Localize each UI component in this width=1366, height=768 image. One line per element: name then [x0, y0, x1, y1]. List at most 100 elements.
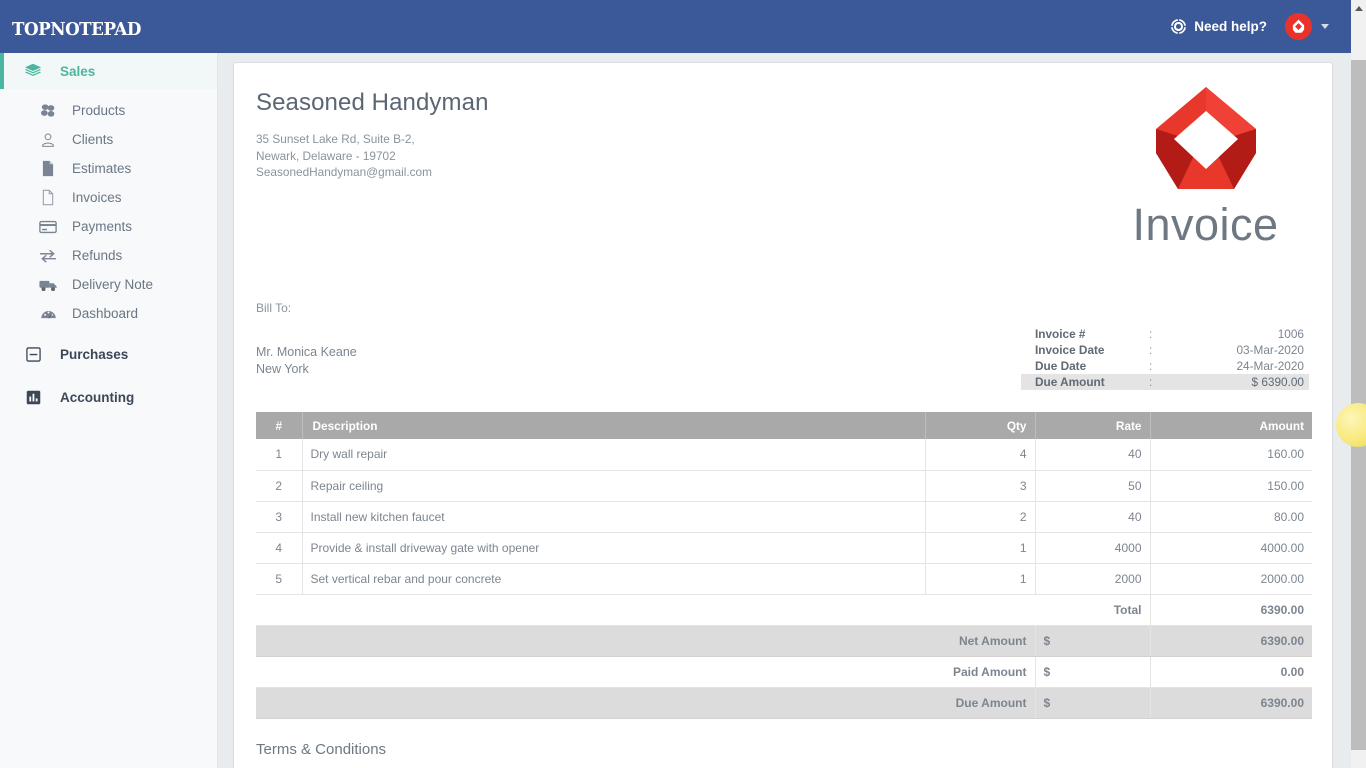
sidebar: Sales Products Clients Estimates Invoice…: [0, 53, 218, 768]
sidebar-group-label: Accounting: [60, 389, 135, 405]
cubes-icon: [36, 103, 60, 118]
cell-description: Dry wall repair: [302, 439, 926, 471]
sidebar-item-payments[interactable]: Payments: [0, 212, 217, 241]
sidebar-item-label: Payments: [72, 219, 133, 234]
terms-and-conditions-title: Terms & Conditions: [256, 740, 387, 758]
meta-row: Due Date : 24-Mar-2020: [1021, 358, 1309, 374]
lifebuoy-icon: [1170, 18, 1187, 35]
column-header-amount: Amount: [1150, 412, 1312, 439]
app-logo[interactable]: TopNotepad: [12, 14, 141, 39]
layers-icon: [19, 62, 47, 80]
document-filled-icon: [36, 160, 60, 177]
scroll-up-button[interactable]: [1351, 0, 1366, 17]
gauge-icon: [36, 306, 60, 321]
totals-label: Total: [256, 594, 1150, 626]
sidebar-item-label: Estimates: [72, 161, 132, 176]
meta-row: Invoice Date : 03-Mar-2020: [1021, 342, 1309, 358]
cell-amount: 4000.00: [1150, 532, 1312, 564]
sidebar-item-label: Clients: [72, 132, 114, 147]
meta-key: Due Date: [1035, 359, 1087, 373]
need-help-button[interactable]: Need help?: [1170, 18, 1267, 35]
table-row: 1 Dry wall repair 4 40 160.00: [256, 439, 1312, 471]
cell-rate: 2000: [1035, 563, 1151, 595]
column-header-rate: Rate: [1035, 412, 1151, 439]
cell-qty: 1: [925, 532, 1036, 564]
totals-currency: $: [1035, 656, 1151, 688]
credit-card-icon: [36, 220, 60, 234]
bill-to-label: Bill To:: [256, 301, 292, 315]
meta-value: 1006: [1277, 327, 1304, 341]
table-header-row: # Description Qty Rate Amount: [256, 412, 1312, 439]
sidebar-group-label: Sales: [60, 63, 96, 79]
table-row: 3 Install new kitchen faucet 2 40 80.00: [256, 501, 1312, 533]
top-bar-right: Need help?: [1170, 13, 1329, 40]
cell-number: 3: [256, 501, 303, 533]
cell-rate: 40: [1035, 439, 1151, 471]
document-outline-icon: [36, 189, 60, 206]
cell-number: 4: [256, 532, 303, 564]
column-header-description: Description: [302, 412, 926, 439]
sidebar-group-sales[interactable]: Sales: [0, 53, 217, 89]
totals-row-paid-amount: Paid Amount $ 0.00: [256, 656, 1312, 688]
need-help-label: Need help?: [1194, 19, 1267, 34]
table-head: # Description Qty Rate Amount: [256, 412, 1312, 439]
sidebar-sales-items: Products Clients Estimates Invoices Paym…: [0, 89, 217, 336]
triangle-up-icon: [1354, 6, 1363, 11]
table-body: 1 Dry wall repair 4 40 160.00 2 Repair c…: [256, 439, 1312, 719]
sidebar-item-delivery-note[interactable]: Delivery Note: [0, 270, 217, 299]
meta-separator: :: [1149, 359, 1153, 373]
totals-label: Paid Amount: [256, 656, 1036, 688]
sidebar-item-label: Delivery Note: [72, 277, 154, 292]
sidebar-item-refunds[interactable]: Refunds: [0, 241, 217, 270]
cell-qty: 4: [925, 439, 1036, 471]
totals-value: 6390.00: [1150, 625, 1312, 657]
totals-row-net-amount: Net Amount $ 6390.00: [256, 625, 1312, 657]
cell-amount: 80.00: [1150, 501, 1312, 533]
cell-rate: 50: [1035, 470, 1151, 502]
cell-description: Provide & install driveway gate with ope…: [302, 532, 926, 564]
sidebar-group-purchases[interactable]: Purchases: [0, 336, 217, 372]
sidebar-item-products[interactable]: Products: [0, 96, 217, 125]
invoice-logo-block: Invoice: [1103, 85, 1308, 251]
sidebar-item-invoices[interactable]: Invoices: [0, 183, 217, 212]
cell-rate: 40: [1035, 501, 1151, 533]
cell-qty: 1: [925, 563, 1036, 595]
sidebar-item-dashboard[interactable]: Dashboard: [0, 299, 217, 328]
user-menu[interactable]: [1285, 13, 1329, 40]
bar-chart-icon: [19, 390, 47, 405]
meta-key: Invoice #: [1035, 327, 1086, 341]
meta-value: 24-Mar-2020: [1236, 359, 1304, 373]
cell-description: Install new kitchen faucet: [302, 501, 926, 533]
totals-value: 0.00: [1150, 656, 1312, 688]
column-header-number: #: [256, 412, 303, 439]
exchange-arrows-icon: [36, 249, 60, 263]
red-diamond-shield-logo: [1103, 85, 1308, 197]
meta-row-due-amount: Due Amount : $ 6390.00: [1021, 374, 1309, 390]
cell-amount: 160.00: [1150, 439, 1312, 471]
invoice-header: Seasoned Handyman 35 Sunset Lake Rd, Sui…: [256, 87, 1310, 269]
totals-label: Due Amount: [256, 687, 1036, 719]
totals-currency: $: [1035, 625, 1151, 657]
avatar: [1285, 13, 1312, 40]
cell-amount: 2000.00: [1150, 563, 1312, 595]
cell-description: Repair ceiling: [302, 470, 926, 502]
sidebar-item-label: Dashboard: [72, 306, 139, 321]
totals-value: 6390.00: [1150, 687, 1312, 719]
sidebar-item-estimates[interactable]: Estimates: [0, 154, 217, 183]
totals-row-due-amount: Due Amount $ 6390.00: [256, 687, 1312, 719]
cell-number: 1: [256, 439, 303, 471]
chevron-down-icon: [1321, 24, 1329, 29]
cell-qty: 2: [925, 501, 1036, 533]
cell-number: 2: [256, 470, 303, 502]
meta-separator: :: [1149, 327, 1153, 341]
meta-value: 03-Mar-2020: [1236, 343, 1304, 357]
sidebar-item-clients[interactable]: Clients: [0, 125, 217, 154]
user-icon: [36, 132, 60, 148]
line-items-table: # Description Qty Rate Amount 1 Dry wall…: [256, 412, 1312, 719]
sidebar-group-accounting[interactable]: Accounting: [0, 379, 217, 415]
sidebar-item-label: Refunds: [72, 248, 123, 263]
bill-to-row: Bill To: Mr. Monica Keane New York Invoi…: [256, 301, 1310, 406]
cell-amount: 150.00: [1150, 470, 1312, 502]
meta-key: Invoice Date: [1035, 343, 1105, 357]
page-scrollbar[interactable]: [1351, 0, 1366, 768]
